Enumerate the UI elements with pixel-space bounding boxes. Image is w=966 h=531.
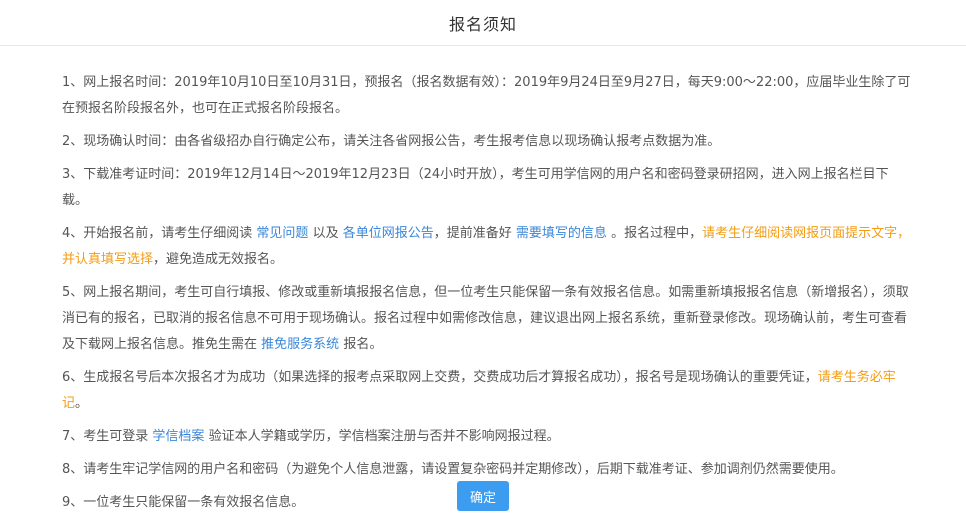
required-info-link[interactable]: 需要填写的信息 [516,226,607,241]
notice-item-4: 4、开始报名前，请考生仔细阅读 常见问题 以及 各单位网报公告，提前准备好 需要… [62,221,912,273]
notice-4-text: 4、开始报名前，请考生仔细阅读 [62,226,253,241]
notice-item-2: 2、现场确认时间：由各省级招办自行确定公布，请关注各省网报公告，考生报考信息以现… [62,134,721,149]
confirm-button[interactable]: 确定 [457,481,509,511]
notice-item-8: 8、请考生牢记学信网的用户名和密码（为避免个人信息泄露，请设置复杂密码并定期修改… [62,462,844,477]
xuexin-archive-link[interactable]: 学信档案 [152,429,204,444]
dialog-footer: 确定 [0,481,966,511]
notice-7-text: 7、考生可登录 [62,429,149,444]
notice-item-3: 3、下载准考证时间：2019年12月14日～2019年12月23日（24小时开放… [62,167,889,208]
notice-4-text: ，避免造成无效报名。 [153,252,284,267]
exempt-service-system-link[interactable]: 推免服务系统 [261,337,339,352]
registration-notice-dialog: 报名须知 1、网上报名时间：2019年10月10日至10月31日，预报名（报名数… [0,0,966,531]
notice-7-text: 验证本人学籍或学历，学信档案注册与否并不影响网报过程。 [208,429,560,444]
notice-item-5: 5、网上报名期间，考生可自行填报、修改或重新填报报名信息，但一位考生只能保留一条… [62,280,912,358]
notice-5-text: 报名。 [343,337,383,352]
notice-list: 1、网上报名时间：2019年10月10日至10月31日，预报名（报名数据有效）：… [62,70,912,523]
notice-4-text: 以及 [312,226,339,241]
unit-announcements-link[interactable]: 各单位网报公告 [343,226,434,241]
notice-4-text: ，提前准备好 [433,226,512,241]
faq-link[interactable]: 常见问题 [256,226,308,241]
dialog-header: 报名须知 [0,0,966,46]
notice-4-text: 。报名过程中， [611,226,703,241]
notice-item-7: 7、考生可登录 学信档案 验证本人学籍或学历，学信档案注册与否并不影响网报过程。 [62,424,912,450]
notice-5-text: 5、网上报名期间，考生可自行填报、修改或重新填报报名信息，但一位考生只能保留一条… [62,285,909,352]
notice-item-6: 6、生成报名号后本次报名才为成功（如果选择的报考点采取网上交费，交费成功后才算报… [62,365,912,417]
notice-6-text: 6、生成报名号后本次报名才为成功（如果选择的报考点采取网上交费，交费成功后才算报… [62,370,818,385]
notice-6-text: 。 [75,396,89,411]
dialog-title: 报名须知 [448,14,517,34]
notice-item-1: 1、网上报名时间：2019年10月10日至10月31日，预报名（报名数据有效）：… [62,75,911,116]
